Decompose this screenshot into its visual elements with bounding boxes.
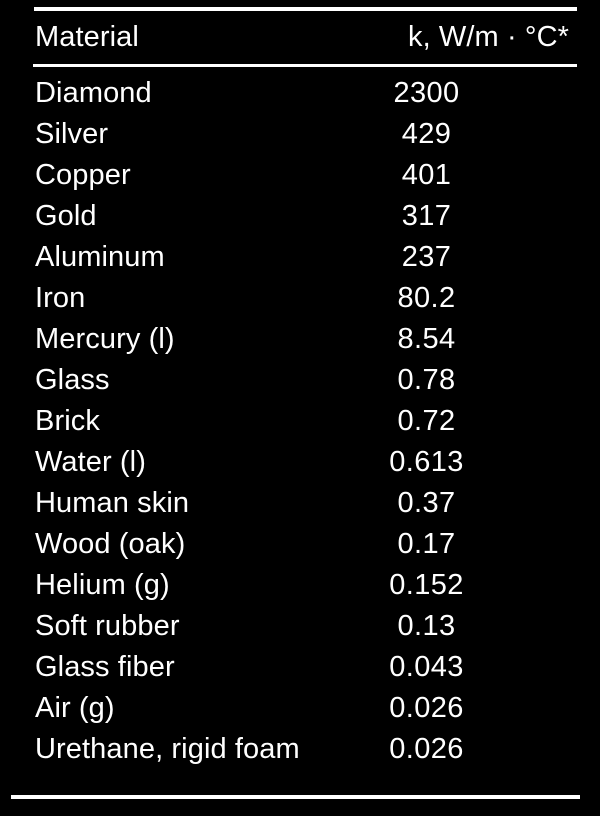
table-row: Aluminum 237 bbox=[0, 239, 600, 280]
cell-material: Gold bbox=[35, 200, 97, 232]
cell-conductivity: 401 bbox=[401, 159, 452, 191]
table-header-rule bbox=[33, 64, 577, 67]
cell-conductivity: 0.043 bbox=[389, 651, 464, 683]
table-row: Iron 80.2 bbox=[0, 280, 600, 321]
cell-conductivity: 0.152 bbox=[389, 569, 464, 601]
table-row: Diamond 2300 bbox=[0, 75, 600, 116]
cell-material: Soft rubber bbox=[35, 610, 180, 642]
cell-conductivity: 0.72 bbox=[397, 405, 456, 437]
table-bottom-rule bbox=[11, 795, 580, 799]
table-row: Water (l) 0.613 bbox=[0, 444, 600, 485]
table-row: Air (g) 0.026 bbox=[0, 690, 600, 731]
table-row: Glass 0.78 bbox=[0, 362, 600, 403]
table-row: Mercury (l) 8.54 bbox=[0, 321, 600, 362]
cell-material: Mercury (l) bbox=[35, 323, 175, 355]
table-row: Urethane, rigid foam 0.026 bbox=[0, 731, 600, 772]
table-row: Soft rubber 0.13 bbox=[0, 608, 600, 649]
cell-material: Brick bbox=[35, 405, 100, 437]
cell-material: Silver bbox=[35, 118, 109, 150]
table-row: Glass fiber 0.043 bbox=[0, 649, 600, 690]
cell-conductivity: 0.37 bbox=[397, 487, 456, 519]
table-row: Copper 401 bbox=[0, 157, 600, 198]
cell-conductivity: 0.026 bbox=[389, 733, 464, 765]
cell-material: Air (g) bbox=[35, 692, 115, 724]
cell-material: Iron bbox=[35, 282, 86, 314]
cell-material: Diamond bbox=[35, 77, 152, 109]
cell-conductivity: 0.13 bbox=[397, 610, 456, 642]
cell-conductivity: 8.54 bbox=[397, 323, 456, 355]
cell-material: Human skin bbox=[35, 487, 190, 519]
cell-material: Wood (oak) bbox=[35, 528, 186, 560]
table-row: Helium (g) 0.152 bbox=[0, 567, 600, 608]
table-row: Silver 429 bbox=[0, 116, 600, 157]
cell-conductivity: 0.17 bbox=[397, 528, 456, 560]
cell-material: Glass fiber bbox=[35, 651, 175, 683]
column-header-conductivity: k, W/m · °C* bbox=[408, 21, 569, 53]
cell-conductivity: 317 bbox=[401, 200, 452, 232]
table-top-rule bbox=[34, 7, 577, 11]
table-row: Gold 317 bbox=[0, 198, 600, 239]
cell-material: Glass bbox=[35, 364, 110, 396]
cell-material: Aluminum bbox=[35, 241, 165, 273]
thermal-conductivity-table: Material k, W/m · °C* Diamond 2300 Silver 4… bbox=[0, 0, 600, 816]
cell-material: Copper bbox=[35, 159, 131, 191]
cell-material: Water (l) bbox=[35, 446, 146, 478]
column-header-material: Material bbox=[35, 21, 139, 53]
table-row: Wood (oak) 0.17 bbox=[0, 526, 600, 567]
cell-conductivity: 80.2 bbox=[397, 282, 456, 314]
cell-material: Urethane, rigid foam bbox=[35, 733, 300, 765]
cell-conductivity: 429 bbox=[401, 118, 452, 150]
cell-conductivity: 0.613 bbox=[389, 446, 464, 478]
cell-material: Helium (g) bbox=[35, 569, 170, 601]
cell-conductivity: 2300 bbox=[393, 77, 460, 109]
table-body: Diamond 2300 Silver 429 Copper 401 Gold 317 Alum… bbox=[0, 75, 600, 772]
table-row: Brick 0.72 bbox=[0, 403, 600, 444]
cell-conductivity: 0.78 bbox=[397, 364, 456, 396]
cell-conductivity: 0.026 bbox=[389, 692, 464, 724]
table-header-row: Material k, W/m · °C* bbox=[0, 20, 600, 62]
table-row: Human skin 0.37 bbox=[0, 485, 600, 526]
cell-conductivity: 237 bbox=[401, 241, 452, 273]
